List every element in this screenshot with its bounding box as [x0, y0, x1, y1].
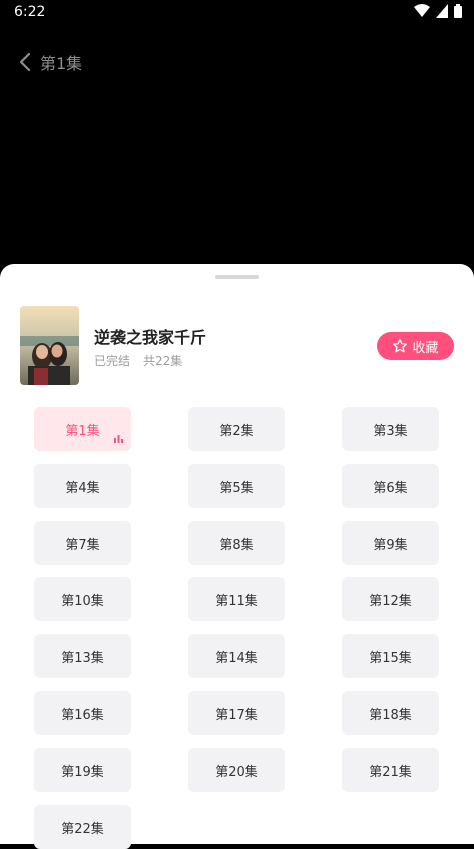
sheet-handle[interactable]: [215, 275, 259, 279]
drama-title: 逆袭之我家千斤: [94, 328, 207, 347]
episode-item[interactable]: 第5集: [188, 464, 285, 508]
episode-label: 第7集: [65, 537, 100, 553]
drama-status: 已完结: [94, 354, 131, 368]
episode-label: 第3集: [373, 423, 408, 439]
episode-label: 第2集: [219, 423, 254, 439]
episode-label: 第10集: [61, 593, 104, 609]
wifi-icon: [414, 4, 430, 17]
episode-grid: 第1集 第2集 第3集第4集 第5集 第6集第7集 第8集 第9集第10集 第11集 第12集第…: [34, 407, 440, 849]
episode-item[interactable]: 第16集: [34, 691, 131, 735]
episode-title: 第1集: [40, 54, 83, 73]
drama-cover: [20, 306, 79, 385]
episode-item[interactable]: 第22集: [34, 805, 131, 849]
episode-item[interactable]: 第2集: [188, 407, 285, 451]
episode-label: 第19集: [61, 764, 104, 780]
episode-item[interactable]: 第20集: [188, 748, 285, 792]
equalizer-icon: [114, 435, 123, 443]
episode-item[interactable]: 第13集: [34, 634, 131, 678]
episode-item[interactable]: 第19集: [34, 748, 131, 792]
episode-label: 第1集: [65, 423, 100, 439]
episode-item[interactable]: 第9集: [342, 521, 439, 565]
episode-label: 第15集: [369, 650, 412, 666]
episode-label: 第4集: [65, 480, 100, 496]
episode-label: 第20集: [215, 764, 258, 780]
status-icons: [414, 4, 462, 18]
episode-label: 第9集: [373, 537, 408, 553]
episode-item[interactable]: 第15集: [342, 634, 439, 678]
episode-item[interactable]: 第17集: [188, 691, 285, 735]
status-bar: 6:22: [0, 0, 474, 26]
episode-label: 第21集: [369, 764, 412, 780]
signal-icon: [436, 4, 448, 18]
episode-item[interactable]: 第6集: [342, 464, 439, 508]
status-time: 6:22: [14, 4, 46, 20]
episode-label: 第8集: [219, 537, 254, 553]
episode-count: 共22集: [143, 354, 183, 368]
episode-label: 第6集: [373, 480, 408, 496]
episode-item[interactable]: 第11集: [188, 577, 285, 621]
favorite-label: 收藏: [412, 340, 439, 356]
episode-item[interactable]: 第8集: [188, 521, 285, 565]
episode-label: 第12集: [369, 593, 412, 609]
episode-item[interactable]: 第12集: [342, 577, 439, 621]
episode-label: 第22集: [61, 821, 104, 837]
episode-label: 第16集: [61, 707, 104, 723]
episode-item[interactable]: 第7集: [34, 521, 131, 565]
episode-item[interactable]: 第21集: [342, 748, 439, 792]
episode-item[interactable]: 第18集: [342, 691, 439, 735]
episode-label: 第5集: [219, 480, 254, 496]
battery-icon: [454, 4, 462, 18]
chevron-left-icon[interactable]: [14, 50, 38, 74]
episode-label: 第13集: [61, 650, 104, 666]
favorite-button[interactable]: 收藏: [377, 332, 454, 360]
episode-sheet: 逆袭之我家千斤 已完结 共22集 收藏 第1集 第2集 第3集第4集 第5集 第6集第7…: [0, 264, 474, 849]
video-topbar: 第1集: [0, 46, 474, 78]
episode-label: 第17集: [215, 707, 258, 723]
episode-item[interactable]: 第3集: [342, 407, 439, 451]
episode-item[interactable]: 第14集: [188, 634, 285, 678]
episode-label: 第11集: [215, 593, 258, 609]
episode-label: 第18集: [369, 707, 412, 723]
episode-item[interactable]: 第4集: [34, 464, 131, 508]
episode-item[interactable]: 第10集: [34, 577, 131, 621]
episode-label: 第14集: [215, 650, 258, 666]
episode-item[interactable]: 第1集: [34, 407, 131, 451]
star-outline-icon: [393, 339, 408, 353]
